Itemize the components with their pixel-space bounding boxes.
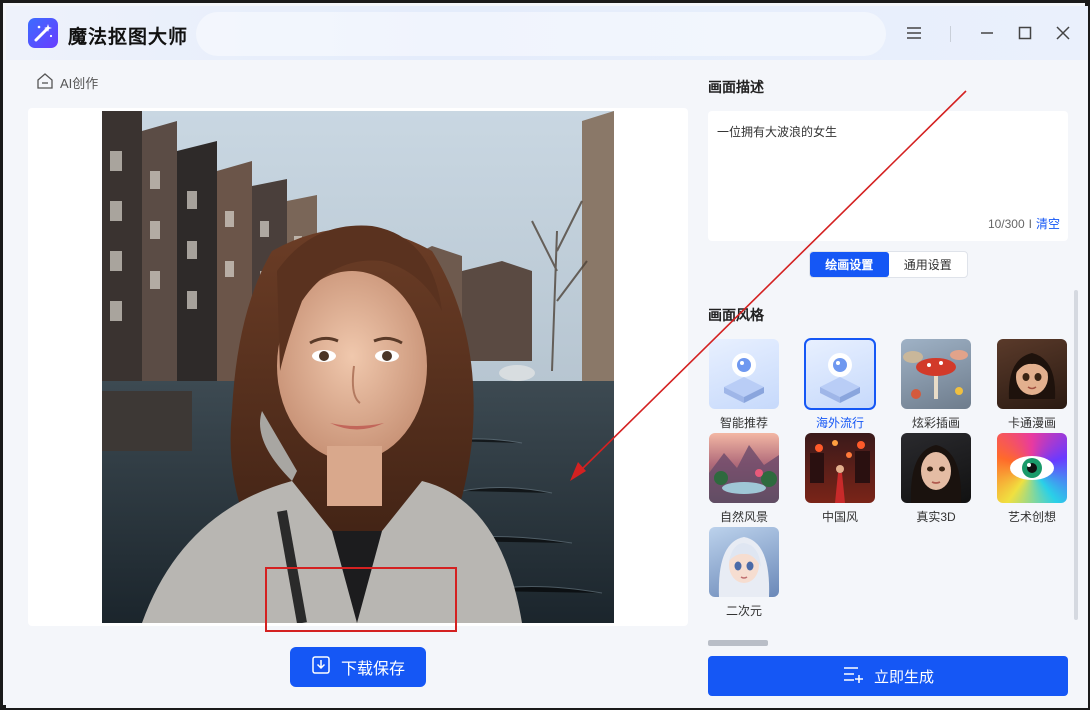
- download-save-button[interactable]: 下载保存: [290, 647, 426, 687]
- magic-wand-icon: [28, 18, 58, 48]
- next-section-title-partial: [708, 640, 768, 646]
- style-label: 二次元: [725, 604, 762, 618]
- style-label: 海外流行: [815, 416, 864, 430]
- title-bar-decoration: [196, 12, 886, 56]
- style-option[interactable]: 智能推荐: [708, 339, 780, 431]
- style-label: 艺术创想: [1007, 510, 1056, 524]
- description-title: 画面描述: [708, 79, 764, 95]
- tab-drawing-settings[interactable]: 绘画设置: [810, 252, 889, 277]
- style-thumbnail: [709, 527, 779, 597]
- home-back-icon[interactable]: [36, 72, 54, 93]
- style-label: 自然风景: [719, 510, 768, 524]
- style-label: 卡通漫画: [1007, 416, 1056, 430]
- style-label: 智能推荐: [719, 416, 768, 430]
- description-input[interactable]: 一位拥有大波浪的女生 10/300 I 清空: [708, 111, 1068, 241]
- style-label: 中国风: [821, 510, 858, 524]
- app-window: 魔法抠图大师 AI创作 下载保存 画面描述 一位拥有大波浪的女生 10/300 …: [0, 0, 1090, 710]
- style-option[interactable]: 中国风: [804, 433, 876, 525]
- settings-scrollbar[interactable]: [1074, 290, 1078, 620]
- settings-tabs: 绘画设置 通用设置: [809, 251, 968, 278]
- title-bar: 魔法抠图大师: [6, 6, 1088, 60]
- generated-image: [102, 111, 614, 623]
- style-label: 真实3D: [916, 510, 956, 524]
- style-thumbnail: [709, 433, 779, 503]
- maximize-icon[interactable]: [1014, 22, 1036, 44]
- image-canvas: [28, 108, 688, 626]
- style-thumbnail: [709, 339, 779, 409]
- download-label: 下载保存: [340, 661, 405, 678]
- close-icon[interactable]: [1052, 22, 1074, 44]
- clear-button[interactable]: 清空: [1036, 215, 1060, 232]
- style-option[interactable]: 真实3D: [900, 433, 972, 525]
- style-title: 画面风格: [708, 307, 764, 323]
- settings-panel: 画面描述 一位拥有大波浪的女生 10/300 I 清空 绘画设置 通用设置 画面…: [691, 60, 1088, 708]
- char-counter: 10/300 I 清空: [988, 215, 1060, 232]
- style-thumbnail: [805, 433, 875, 503]
- style-thumbnail: [997, 339, 1067, 409]
- style-label: 炫彩插画: [911, 416, 960, 430]
- char-count: 10/300: [987, 216, 1025, 231]
- counter-separator: I: [1028, 216, 1032, 231]
- style-thumbnail: [997, 433, 1067, 503]
- app-title: 魔法抠图大师: [68, 27, 189, 48]
- style-thumbnail: [901, 339, 971, 409]
- style-option[interactable]: 炫彩插画: [900, 339, 972, 431]
- hamburger-icon[interactable]: [903, 22, 925, 44]
- style-option[interactable]: 卡通漫画: [996, 339, 1068, 431]
- style-thumbnail: [804, 338, 876, 410]
- minimize-icon[interactable]: [976, 22, 998, 44]
- tab-general-settings[interactable]: 通用设置: [889, 252, 968, 277]
- breadcrumb-label[interactable]: AI创作: [60, 73, 98, 92]
- style-option[interactable]: 二次元: [708, 527, 780, 619]
- style-option-selected[interactable]: 海外流行: [804, 338, 876, 431]
- generate-now-button[interactable]: 立即生成: [708, 656, 1068, 696]
- style-option[interactable]: 艺术创想: [996, 433, 1068, 525]
- annotation-highlight-box: [265, 567, 457, 632]
- title-bar-divider: [950, 26, 951, 42]
- description-text[interactable]: 一位拥有大波浪的女生: [717, 123, 837, 140]
- download-icon: [311, 655, 331, 680]
- generate-label: 立即生成: [873, 668, 934, 686]
- list-add-icon: [842, 664, 864, 688]
- style-option[interactable]: 自然风景: [708, 433, 780, 525]
- breadcrumb[interactable]: AI创作: [36, 72, 98, 92]
- style-thumbnail: [901, 433, 971, 503]
